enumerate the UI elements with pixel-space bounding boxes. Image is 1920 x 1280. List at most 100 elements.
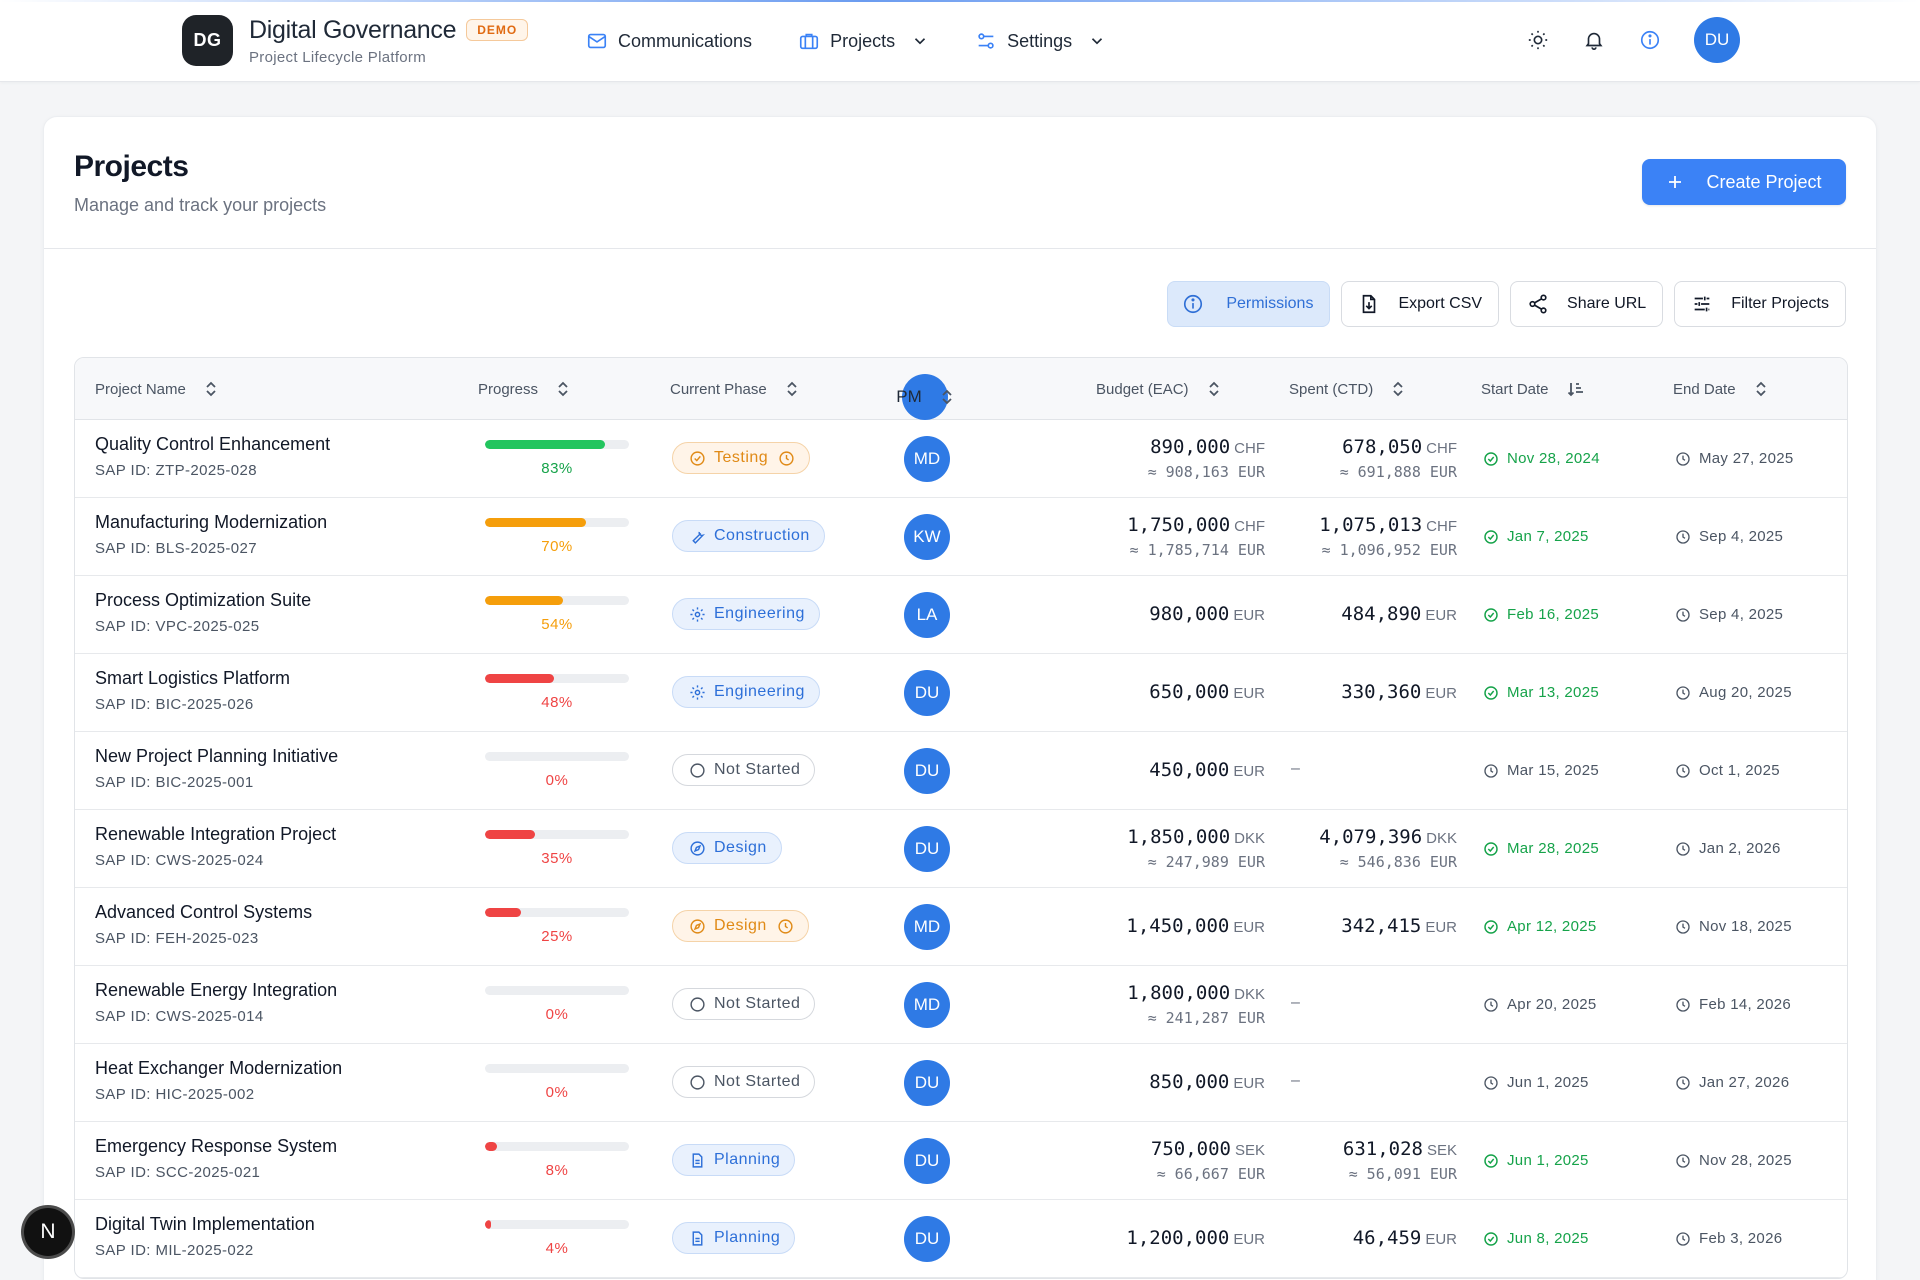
project-name[interactable]: Advanced Control Systems: [95, 902, 312, 923]
info-icon: [1182, 293, 1204, 315]
table-row[interactable]: Heat Exchanger Modernization SAP ID: HIC…: [75, 1044, 1847, 1122]
project-name[interactable]: Digital Twin Implementation: [95, 1214, 315, 1235]
create-project-button[interactable]: Create Project: [1642, 159, 1846, 205]
mail-icon: [586, 30, 608, 52]
table-row[interactable]: New Project Planning Initiative SAP ID: …: [75, 732, 1847, 810]
progress-percent: 0%: [545, 1006, 569, 1023]
table-row[interactable]: Manufacturing Modernization SAP ID: BLS-…: [75, 498, 1847, 576]
circle-icon: [689, 1074, 706, 1091]
project-name-cell: Process Optimization Suite SAP ID: VPC-2…: [95, 590, 311, 635]
start-date: Jun 1, 2025: [1507, 1074, 1589, 1091]
col-progress[interactable]: Progress: [478, 358, 570, 420]
progress-fill: [485, 1142, 497, 1151]
end-date: Jan 2, 2026: [1699, 840, 1781, 857]
end-date: Nov 18, 2025: [1699, 918, 1792, 935]
table-row[interactable]: Smart Logistics Platform SAP ID: BIC-202…: [75, 654, 1847, 732]
nav-projects[interactable]: Projects: [798, 24, 929, 58]
table-row[interactable]: Process Optimization Suite SAP ID: VPC-2…: [75, 576, 1847, 654]
phase-badge[interactable]: Planning: [672, 1144, 796, 1176]
col-budget[interactable]: Budget (EAC): [1096, 358, 1221, 420]
phase-badge[interactable]: Design: [672, 832, 782, 864]
col-spent[interactable]: Spent (CTD): [1289, 358, 1405, 420]
project-name[interactable]: Renewable Energy Integration: [95, 980, 337, 1001]
export-csv-button[interactable]: Export CSV: [1341, 281, 1500, 327]
floating-n-button[interactable]: N: [24, 1208, 72, 1256]
pm-avatar[interactable]: DU: [904, 748, 950, 794]
nav-settings[interactable]: Settings: [975, 24, 1106, 58]
col-pm[interactable]: PM: [896, 374, 952, 420]
clock-icon: [777, 918, 794, 935]
end-date: May 27, 2025: [1699, 450, 1794, 467]
phase-badge[interactable]: Not Started: [672, 1066, 816, 1098]
project-name[interactable]: Heat Exchanger Modernization: [95, 1058, 342, 1079]
spent-currency: DKK: [1426, 830, 1457, 847]
app-subtitle: Project Lifecycle Platform: [249, 48, 427, 66]
phase-badge[interactable]: Not Started: [672, 754, 816, 786]
sun-icon[interactable]: [1526, 28, 1550, 52]
pm-avatar[interactable]: KW: [904, 514, 950, 560]
compass-icon: [689, 840, 706, 857]
phase-badge[interactable]: Design: [672, 910, 809, 942]
table-row[interactable]: Digital Twin Implementation SAP ID: MIL-…: [75, 1200, 1847, 1278]
permissions-button[interactable]: Permissions: [1167, 281, 1331, 327]
col-current-phase[interactable]: Current Phase: [670, 358, 799, 420]
progress-fill: [485, 1220, 491, 1229]
info-icon[interactable]: [1638, 28, 1662, 52]
circle-icon: [689, 996, 706, 1013]
pm-avatar[interactable]: DU: [904, 1138, 950, 1184]
progress-bar: [485, 908, 629, 917]
filter-projects-button[interactable]: Filter Projects: [1674, 281, 1846, 327]
nav-communications[interactable]: Communications: [586, 24, 752, 58]
pm-avatar[interactable]: LA: [904, 592, 950, 638]
progress-percent: 48%: [541, 694, 573, 711]
pm-avatar[interactable]: MD: [904, 982, 950, 1028]
col-project-name[interactable]: Project Name: [95, 358, 218, 420]
phase-cell: Not Started: [672, 754, 816, 788]
pm-avatar[interactable]: DU: [904, 1060, 950, 1106]
table-row[interactable]: Renewable Energy Integration SAP ID: CWS…: [75, 966, 1847, 1044]
pm-avatar[interactable]: DU: [904, 670, 950, 716]
bell-icon[interactable]: [1582, 28, 1606, 52]
start-date-cell: Apr 12, 2025: [1483, 918, 1597, 935]
end-date-cell: Feb 3, 2026: [1675, 1230, 1782, 1247]
spent-cell: 484,890 EUR: [1275, 603, 1457, 625]
end-date: Feb 14, 2026: [1699, 996, 1792, 1013]
table-row[interactable]: Quality Control Enhancement SAP ID: ZTP-…: [75, 420, 1847, 498]
phase-badge[interactable]: Construction: [672, 520, 825, 552]
project-name[interactable]: New Project Planning Initiative: [95, 746, 338, 767]
app-logo[interactable]: DG: [182, 15, 233, 66]
end-date: Sep 4, 2025: [1699, 528, 1784, 545]
project-name[interactable]: Process Optimization Suite: [95, 590, 311, 611]
spent-value: 46,459 EUR: [1275, 1227, 1457, 1249]
table-row[interactable]: Advanced Control Systems SAP ID: FEH-202…: [75, 888, 1847, 966]
col-start-date[interactable]: Start Date: [1481, 358, 1583, 420]
project-name[interactable]: Emergency Response System: [95, 1136, 337, 1157]
phase-cell: Not Started: [672, 1066, 816, 1100]
col-end-date[interactable]: End Date: [1673, 358, 1768, 420]
phase-badge[interactable]: Planning: [672, 1222, 796, 1254]
pm-avatar[interactable]: DU: [904, 826, 950, 872]
progress-percent: 0%: [545, 772, 569, 789]
project-name[interactable]: Smart Logistics Platform: [95, 668, 290, 689]
budget-cell: 450,000 EUR: [1055, 759, 1265, 781]
user-avatar[interactable]: DU: [1694, 17, 1740, 63]
project-name[interactable]: Quality Control Enhancement: [95, 434, 330, 455]
table-row[interactable]: Emergency Response System SAP ID: SCC-20…: [75, 1122, 1847, 1200]
spent-value: 330,360 EUR: [1275, 681, 1457, 703]
budget-amount: 1,450,000: [1126, 915, 1230, 937]
phase-badge[interactable]: Not Started: [672, 988, 816, 1020]
nav-settings-label: Settings: [1007, 30, 1073, 51]
project-name[interactable]: Renewable Integration Project: [95, 824, 336, 845]
phase-badge[interactable]: Testing: [672, 442, 811, 474]
top-bar: DG Digital Governance DEMO Project Lifec…: [0, 0, 1920, 82]
budget-value: 1,800,000 DKK: [1055, 982, 1265, 1004]
project-name[interactable]: Manufacturing Modernization: [95, 512, 327, 533]
phase-badge[interactable]: Engineering: [672, 676, 820, 708]
phase-badge[interactable]: Engineering: [672, 598, 820, 630]
pm-avatar[interactable]: DU: [904, 1216, 950, 1262]
pm-avatar[interactable]: MD: [904, 436, 950, 482]
share-url-button[interactable]: Share URL: [1510, 281, 1664, 327]
pm-avatar[interactable]: MD: [904, 904, 950, 950]
brand[interactable]: DG Digital Governance DEMO Project Lifec…: [182, 15, 529, 66]
table-row[interactable]: Renewable Integration Project SAP ID: CW…: [75, 810, 1847, 888]
